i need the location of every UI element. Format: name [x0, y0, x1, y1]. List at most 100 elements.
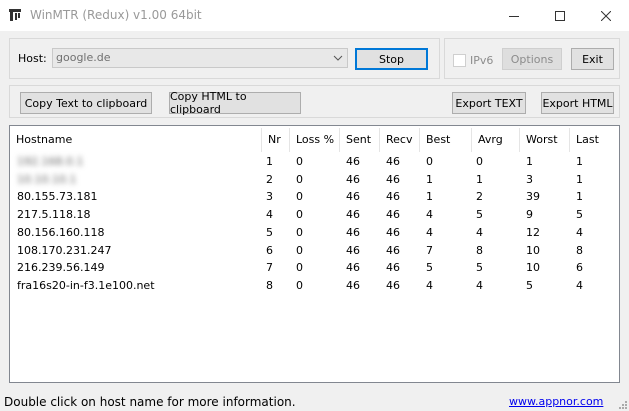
- column-header-best[interactable]: Best: [420, 128, 472, 152]
- value-cell: 8: [266, 278, 273, 292]
- value-cell: 0: [296, 172, 303, 186]
- value-cell: 1: [476, 172, 483, 186]
- maximize-button[interactable]: [537, 0, 583, 31]
- value-cell: 46: [386, 208, 400, 222]
- status-bar: Double click on host name for more infor…: [0, 391, 629, 411]
- value-cell: 0: [296, 225, 303, 239]
- value-cell: 46: [386, 243, 400, 257]
- value-cell: 46: [386, 172, 400, 186]
- table-row[interactable]: 108.170.231.247 6 0 46 46 7 8 10 8: [10, 242, 619, 259]
- website-link[interactable]: www.appnor.com: [509, 395, 603, 408]
- value-cell: 1: [576, 155, 583, 168]
- status-text: Double click on host name for more infor…: [4, 395, 296, 409]
- value-cell: 1: [426, 172, 433, 186]
- value-cell: 8: [576, 243, 583, 257]
- value-cell: 46: [386, 225, 400, 239]
- value-cell: 1: [426, 190, 433, 204]
- hostname-cell[interactable]: 217.5.118.18: [17, 206, 90, 223]
- table-row[interactable]: 80.155.73.181 3 0 46 46 1 2 39 1: [10, 188, 619, 205]
- host-label: Host:: [18, 52, 47, 65]
- minimize-button[interactable]: [491, 0, 537, 31]
- table-row[interactable]: 217.5.118.18 4 0 46 46 4 5 9 5: [10, 206, 619, 223]
- hostname-cell[interactable]: 108.170.231.247: [17, 242, 111, 259]
- value-cell: 0: [476, 155, 483, 168]
- value-cell: 0: [296, 155, 303, 168]
- value-cell: 1: [576, 172, 583, 186]
- table-row[interactable]: 10.10.10.1 2 0 46 46 1 1 3 1: [10, 171, 619, 188]
- export-html-button[interactable]: Export HTML: [541, 92, 614, 114]
- value-cell: 46: [346, 261, 360, 275]
- hostname-cell[interactable]: 216.239.56.149: [17, 259, 104, 276]
- value-cell: 5: [426, 261, 433, 275]
- copy-text-button[interactable]: Copy Text to clipboard: [20, 92, 152, 114]
- value-cell: 5: [576, 208, 583, 222]
- value-cell: 12: [526, 225, 540, 239]
- export-text-button[interactable]: Export TEXT: [452, 92, 526, 114]
- app-icon: [9, 9, 21, 21]
- results-table[interactable]: Hostname Nr Loss % Sent Recv Best Avrg W…: [9, 125, 620, 383]
- value-cell: 1: [576, 190, 583, 204]
- value-cell: 8: [476, 243, 483, 257]
- hostname-cell[interactable]: 10.10.10.1: [17, 171, 76, 188]
- value-cell: 3: [526, 172, 533, 186]
- value-cell: 0: [296, 261, 303, 275]
- value-cell: 5: [526, 278, 533, 292]
- table-row[interactable]: fra16s20-in-f3.1e100.net 8 0 46 46 4 4 5 4: [10, 277, 619, 294]
- table-row[interactable]: 216.239.56.149 7 0 46 46 5 5 10 6: [10, 259, 619, 276]
- value-cell: 4: [426, 225, 433, 239]
- chevron-down-icon[interactable]: [329, 49, 347, 67]
- title-bar[interactable]: WinMTR (Redux) v1.00 64bit: [0, 0, 629, 31]
- host-input[interactable]: google.de: [56, 51, 111, 64]
- ipv6-label: IPv6: [470, 54, 494, 67]
- value-cell: 46: [346, 278, 360, 292]
- value-cell: 3: [266, 190, 273, 204]
- table-row[interactable]: 80.156.160.118 5 0 46 46 4 4 12 4: [10, 224, 619, 241]
- close-button[interactable]: [583, 0, 629, 31]
- column-header-last[interactable]: Last: [570, 128, 619, 152]
- value-cell: 2: [476, 190, 483, 204]
- window-title: WinMTR (Redux) v1.00 64bit: [30, 8, 202, 22]
- value-cell: 1: [266, 155, 273, 168]
- value-cell: 46: [346, 155, 360, 168]
- hostname-cell[interactable]: 80.155.73.181: [17, 188, 97, 205]
- value-cell: 5: [476, 208, 483, 222]
- column-header-worst[interactable]: Worst: [520, 128, 570, 152]
- options-button[interactable]: Options: [502, 48, 562, 70]
- value-cell: 46: [386, 278, 400, 292]
- copy-html-button[interactable]: Copy HTML to clipboard: [169, 90, 301, 116]
- value-cell: 46: [386, 155, 400, 168]
- value-cell: 4: [266, 208, 273, 222]
- column-header-avrg[interactable]: Avrg: [472, 128, 520, 152]
- maximize-icon: [555, 10, 565, 21]
- table-row[interactable]: 192.168.0.1 1 0 46 46 0 0 1 1: [10, 153, 619, 170]
- ipv6-checkbox[interactable]: [453, 54, 466, 67]
- resize-grip-icon[interactable]: [617, 399, 627, 409]
- value-cell: 2: [266, 172, 273, 186]
- value-cell: 4: [476, 278, 483, 292]
- host-combobox[interactable]: google.de: [52, 48, 348, 68]
- value-cell: 10: [526, 261, 540, 275]
- value-cell: 0: [296, 243, 303, 257]
- value-cell: 39: [526, 190, 540, 204]
- value-cell: 10: [526, 243, 540, 257]
- column-header-nr[interactable]: Nr: [262, 128, 290, 152]
- stop-button[interactable]: Stop: [355, 48, 428, 70]
- column-header-recv[interactable]: Recv: [380, 128, 420, 152]
- value-cell: 1: [526, 155, 533, 168]
- hostname-cell[interactable]: 192.168.0.1: [17, 153, 83, 170]
- exit-button[interactable]: Exit: [571, 48, 614, 70]
- value-cell: 4: [426, 278, 433, 292]
- value-cell: 46: [346, 243, 360, 257]
- value-cell: 0: [296, 278, 303, 292]
- column-header-loss[interactable]: Loss %: [290, 128, 340, 152]
- column-header-hostname[interactable]: Hostname: [10, 128, 262, 152]
- value-cell: 5: [476, 261, 483, 275]
- value-cell: 7: [266, 261, 273, 275]
- value-cell: 46: [386, 190, 400, 204]
- value-cell: 4: [426, 208, 433, 222]
- hostname-cell[interactable]: 80.156.160.118: [17, 224, 104, 241]
- hostname-cell[interactable]: fra16s20-in-f3.1e100.net: [17, 277, 155, 294]
- value-cell: 6: [576, 261, 583, 275]
- column-header-sent[interactable]: Sent: [340, 128, 380, 152]
- value-cell: 5: [266, 225, 273, 239]
